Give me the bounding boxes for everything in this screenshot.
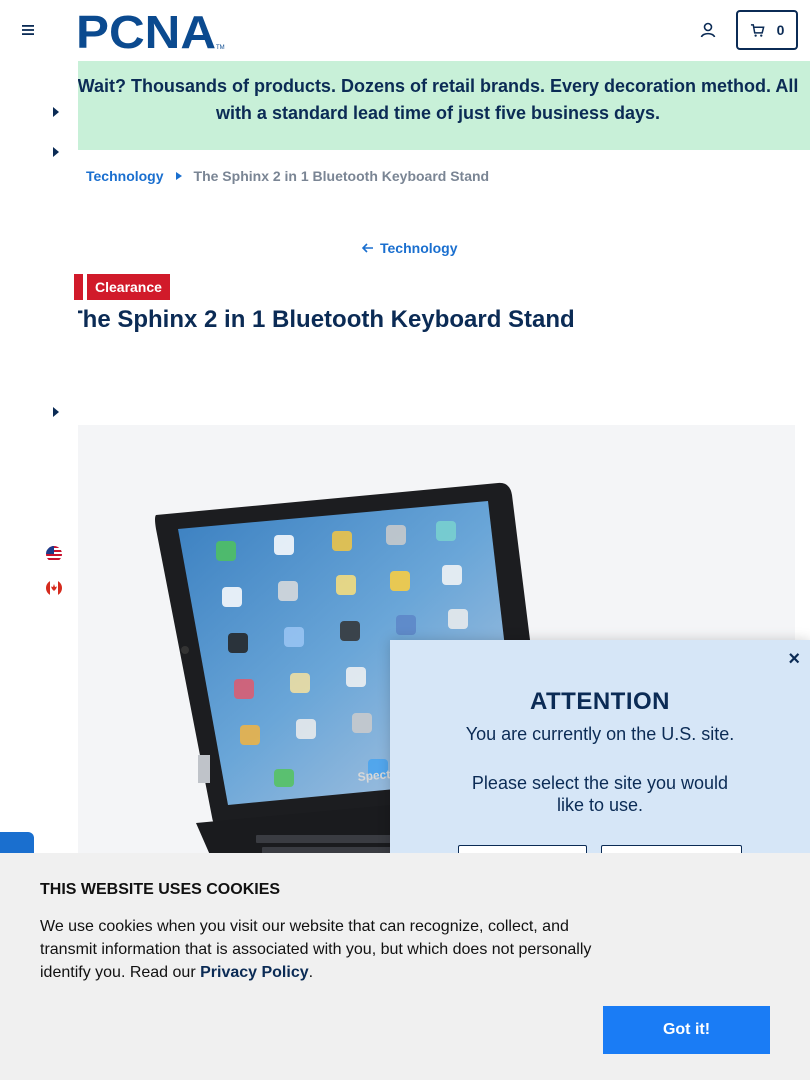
close-icon[interactable]: × xyxy=(788,648,800,671)
cart-count: 0 xyxy=(776,22,785,38)
cookie-title: THIS WEBSITE USES COOKIES xyxy=(40,881,281,898)
canada-flag-icon[interactable] xyxy=(46,580,62,596)
accept-cookies-button[interactable]: Got it! xyxy=(603,1006,770,1054)
cart-icon xyxy=(750,23,765,37)
breadcrumb-link-technology[interactable]: Technology xyxy=(86,168,164,184)
account-icon[interactable] xyxy=(698,20,718,40)
menu-icon[interactable] xyxy=(20,22,36,38)
us-flag-icon[interactable] xyxy=(46,546,62,562)
product-title: The Sphinx 2 in 1 Bluetooth Keyboard Sta… xyxy=(78,306,575,333)
arrow-left-icon xyxy=(362,243,373,253)
badge-partial xyxy=(74,274,83,300)
clearance-badge: Clearance xyxy=(87,274,170,300)
cart-button[interactable]: 0 xyxy=(736,10,798,50)
cookie-period: . xyxy=(308,964,314,981)
logo-text: PCNA xyxy=(76,10,216,52)
caret-right-icon[interactable] xyxy=(52,407,60,417)
caret-right-icon[interactable] xyxy=(52,147,60,157)
cookie-banner: THIS WEBSITE USES COOKIES We use cookies… xyxy=(0,853,810,1080)
product-title-wrap: The Sphinx 2 in 1 Bluetooth Keyboard Sta… xyxy=(78,306,798,340)
breadcrumb-current: The Sphinx 2 in 1 Bluetooth Keyboard Sta… xyxy=(193,168,490,184)
caret-right-icon[interactable] xyxy=(52,107,60,117)
attention-instructions: Please select the site you would like to… xyxy=(471,773,729,815)
back-link-label: Technology xyxy=(380,240,458,256)
svg-text:TM: TM xyxy=(216,45,225,51)
attention-current-site: You are currently on the U.S. site. xyxy=(465,724,735,744)
cookie-body: We use cookies when you visit our websit… xyxy=(40,918,592,981)
promo-banner: Wait? Thousands of products. Dozens of r… xyxy=(78,61,810,150)
promo-text: Wait? Thousands of products. Dozens of r… xyxy=(78,76,799,123)
site-header: PCNA TM 0 xyxy=(0,0,810,61)
privacy-policy-link[interactable]: Privacy Policy xyxy=(200,964,309,981)
breadcrumb: Technology The Sphinx 2 in 1 Bluetooth K… xyxy=(86,168,489,184)
back-link[interactable]: Technology xyxy=(362,240,458,256)
cookie-text: We use cookies when you visit our websit… xyxy=(40,915,610,984)
pcna-logo[interactable]: PCNA TM xyxy=(76,10,226,52)
caret-right-icon xyxy=(175,172,182,180)
attention-title: ATTENTION xyxy=(529,688,671,715)
